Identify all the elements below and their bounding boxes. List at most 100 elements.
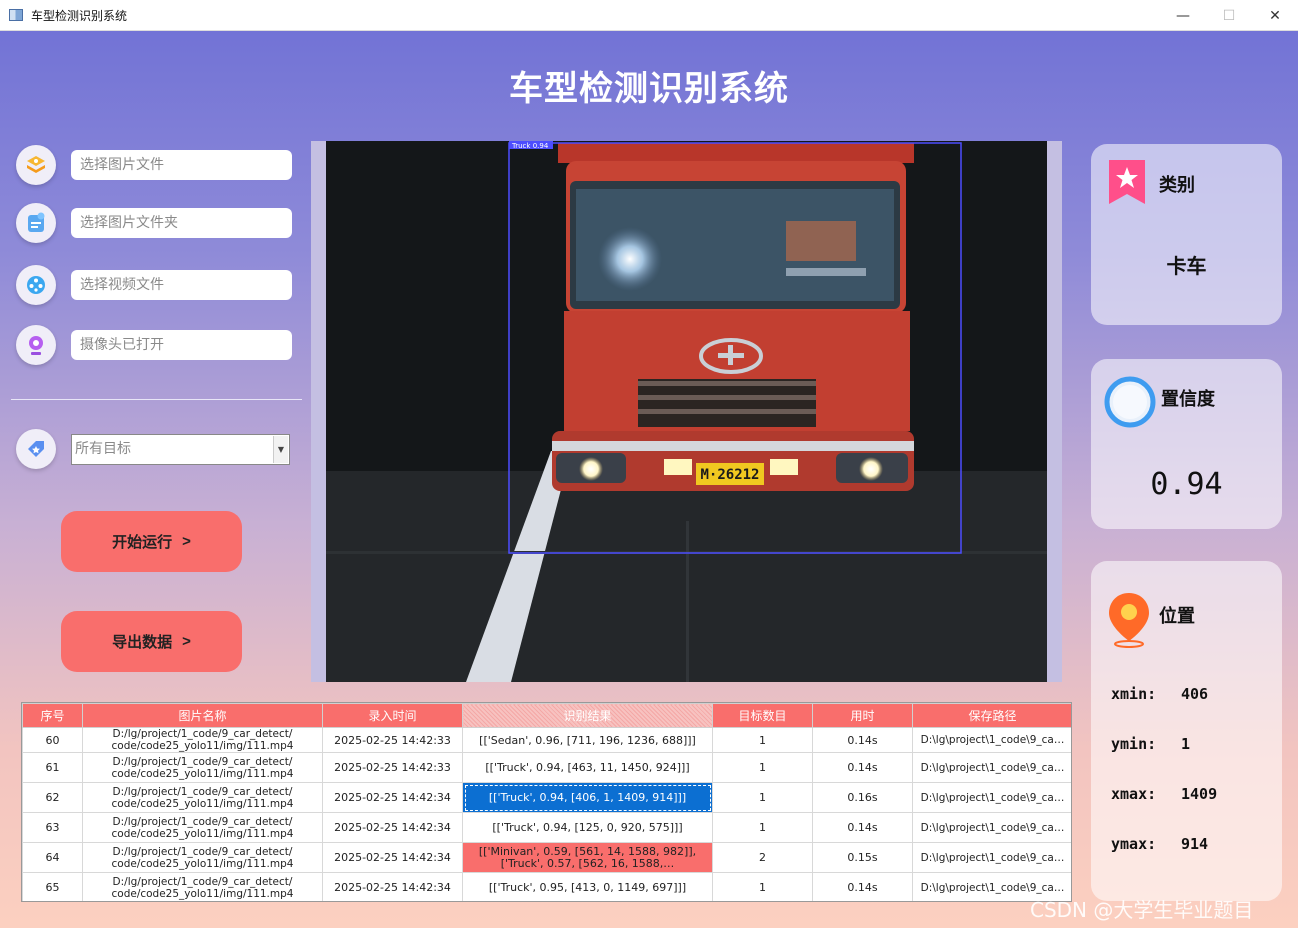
cell-id: 64 xyxy=(22,842,83,873)
table-row[interactable]: 65 D:/lg/project/1_code/9_car_detect/ co… xyxy=(22,872,1071,901)
cell-time: 2025-02-25 14:42:33 xyxy=(322,727,463,753)
image-folder-icon[interactable] xyxy=(16,203,56,243)
ymax-value: 914 xyxy=(1181,835,1209,853)
cell-name: D:/lg/project/1_code/9_car_detect/ code/… xyxy=(82,782,323,813)
cell-time: 2025-02-25 14:42:33 xyxy=(322,752,463,783)
maximize-button[interactable]: ☐ xyxy=(1206,0,1252,31)
table-header-row: 序号 图片名称 录入时间 识别结果 目标数目 用时 保存路径 xyxy=(22,703,1071,728)
window-title: 车型检测识别系统 xyxy=(31,8,128,23)
col-header-count[interactable]: 目标数目 xyxy=(712,703,813,728)
ymax-label: ymax: xyxy=(1111,835,1157,853)
confidence-value: 0.94 xyxy=(1150,467,1223,502)
cell-count: 1 xyxy=(712,872,813,901)
cell-duration: 0.14s xyxy=(812,872,913,901)
cell-id: 60 xyxy=(22,727,83,753)
ymin-row: ymin: 1 xyxy=(1111,735,1190,753)
export-button[interactable]: 导出数据 > xyxy=(61,611,242,672)
detection-video-display: M·26212 Truck 0.94 xyxy=(326,141,1047,682)
cell-result: [['Truck', 0.95, [413, 0, 1149, 697]]] xyxy=(462,872,713,901)
cell-result: [['Truck', 0.94, [125, 0, 920, 575]]] xyxy=(462,812,713,843)
cell-id: 63 xyxy=(22,812,83,843)
image-folder-row: 选择图片文件夹 xyxy=(16,203,292,243)
cell-duration: 0.14s xyxy=(812,727,913,753)
xmax-row: xmax: 1409 xyxy=(1111,785,1217,803)
table-row[interactable]: 61 D:/lg/project/1_code/9_car_detect/ co… xyxy=(22,752,1071,783)
cell-path: D:\lg\project\1_code\9_ca… xyxy=(912,727,1071,753)
cell-result-multi: [['Minivan', 0.59, [561, 14, 1588, 982]]… xyxy=(462,842,713,873)
ymin-label: ymin: xyxy=(1111,735,1157,753)
class-value: 卡车 xyxy=(1166,254,1207,278)
window-controls: — ☐ ✕ xyxy=(1160,0,1298,31)
cell-time: 2025-02-25 14:42:34 xyxy=(322,812,463,843)
results-table-container[interactable]: 序号 图片名称 录入时间 识别结果 目标数目 用时 保存路径 60 D:/lg/… xyxy=(21,702,1072,902)
cell-name: D:/lg/project/1_code/9_car_detect/ code/… xyxy=(82,842,323,873)
cell-id: 61 xyxy=(22,752,83,783)
start-button[interactable]: 开始运行 > xyxy=(61,511,242,572)
class-label: 类别 xyxy=(1159,175,1195,196)
cell-name: D:/lg/project/1_code/9_car_detect/ code/… xyxy=(82,727,323,753)
image-folder-input[interactable]: 选择图片文件夹 xyxy=(71,208,292,238)
license-plate: M·26212 xyxy=(700,467,759,483)
xmax-label: xmax: xyxy=(1111,785,1157,803)
image-file-row: 选择图片文件 xyxy=(16,145,292,185)
target-select-value: 所有目标 xyxy=(75,440,131,457)
watermark: CSDN @大学生毕业题目 xyxy=(1030,898,1254,922)
xmin-row: xmin: 406 xyxy=(1111,685,1208,703)
table-row[interactable]: 64 D:/lg/project/1_code/9_car_detect/ co… xyxy=(22,842,1071,873)
cell-count: 1 xyxy=(712,727,813,753)
col-header-duration[interactable]: 用时 xyxy=(812,703,913,728)
camera-status-input[interactable]: 摄像头已打开 xyxy=(71,330,292,360)
target-select[interactable]: 所有目标 ▼ xyxy=(71,433,290,465)
cell-duration: 0.14s xyxy=(812,752,913,783)
table-row[interactable]: 63 D:/lg/project/1_code/9_car_detect/ co… xyxy=(22,812,1071,843)
cell-path: D:\lg\project\1_code\9_ca… xyxy=(912,752,1071,783)
cell-duration: 0.16s xyxy=(812,782,913,813)
cell-path: D:\lg\project\1_code\9_ca… xyxy=(912,842,1071,873)
cell-duration: 0.15s xyxy=(812,842,913,873)
xmin-label: xmin: xyxy=(1111,685,1157,703)
app-icon xyxy=(9,9,23,21)
xmin-value: 406 xyxy=(1181,685,1209,703)
cell-name: D:/lg/project/1_code/9_car_detect/ code/… xyxy=(82,872,323,901)
table-row[interactable]: 60 D:/lg/project/1_code/9_car_detect/ co… xyxy=(22,727,1071,753)
cell-count: 1 xyxy=(712,782,813,813)
cell-time: 2025-02-25 14:42:34 xyxy=(322,782,463,813)
col-header-time[interactable]: 录入时间 xyxy=(322,703,463,728)
table-row-selected[interactable]: 62 D:/lg/project/1_code/9_car_detect/ co… xyxy=(22,782,1071,813)
export-button-label: 导出数据 xyxy=(112,634,173,651)
camera-icon[interactable] xyxy=(16,325,56,365)
cell-path: D:\lg\project\1_code\9_ca… xyxy=(912,782,1071,813)
col-header-path[interactable]: 保存路径 xyxy=(912,703,1071,728)
minimize-button[interactable]: — xyxy=(1160,0,1206,31)
cell-name: D:/lg/project/1_code/9_car_detect/ code/… xyxy=(82,752,323,783)
cell-count: 2 xyxy=(712,842,813,873)
close-button[interactable]: ✕ xyxy=(1252,0,1298,31)
video-file-icon[interactable] xyxy=(16,265,56,305)
cell-result: [['Truck', 0.94, [463, 11, 1450, 924]]] xyxy=(462,752,713,783)
cell-path: D:\lg\project\1_code\9_ca… xyxy=(912,812,1071,843)
chevron-right-icon: > xyxy=(182,633,191,650)
location-pin-icon xyxy=(1105,589,1153,653)
chevron-right-icon: > xyxy=(182,533,191,550)
col-header-name[interactable]: 图片名称 xyxy=(82,703,323,728)
tag-icon xyxy=(16,429,56,469)
col-header-id[interactable]: 序号 xyxy=(22,703,83,728)
window-titlebar: 车型检测识别系统 — ☐ ✕ xyxy=(0,0,1298,31)
camera-row: 摄像头已打开 xyxy=(16,325,292,365)
confidence-ring-icon xyxy=(1103,375,1157,433)
image-file-input[interactable]: 选择图片文件 xyxy=(71,150,292,180)
video-file-row: 选择视频文件 xyxy=(16,265,292,305)
ymax-row: ymax: 914 xyxy=(1111,835,1208,853)
chevron-down-icon[interactable]: ▼ xyxy=(273,435,288,463)
cell-result-selected[interactable]: [['Truck', 0.94, [406, 1, 1409, 914]]] xyxy=(462,782,713,813)
col-header-result[interactable]: 识别结果 xyxy=(462,703,713,728)
image-file-icon[interactable] xyxy=(16,145,56,185)
results-table: 序号 图片名称 录入时间 识别结果 目标数目 用时 保存路径 60 D:/lg/… xyxy=(22,703,1071,901)
truck-scene: M·26212 Truck 0.94 xyxy=(326,141,1047,682)
xmax-value: 1409 xyxy=(1181,785,1218,803)
confidence-card: 置信度 0.94 xyxy=(1091,359,1282,529)
cell-result: [['Sedan', 0.96, [711, 196, 1236, 688]]] xyxy=(462,727,713,753)
cell-time: 2025-02-25 14:42:34 xyxy=(322,872,463,901)
page-title: 车型检测识别系统 xyxy=(509,69,789,109)
video-file-input[interactable]: 选择视频文件 xyxy=(71,270,292,300)
